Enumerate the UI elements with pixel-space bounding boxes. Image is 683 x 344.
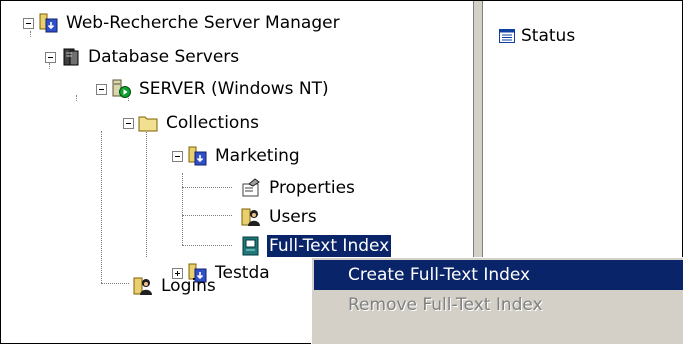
tree-connector bbox=[182, 245, 232, 246]
tree-connector bbox=[182, 173, 183, 245]
list-icon bbox=[499, 29, 515, 43]
tree-connector bbox=[101, 131, 102, 283]
status-item[interactable]: Status bbox=[499, 25, 575, 47]
tree-node-server[interactable]: SERVER (Windows NT) bbox=[96, 76, 331, 102]
full-text-index-icon bbox=[242, 236, 259, 256]
tree-node-database-servers[interactable]: Database Servers bbox=[45, 44, 241, 70]
tree-node-full-text-index[interactable]: Full-Text Index bbox=[241, 233, 392, 259]
tree-label[interactable]: Web-Recherche Server Manager bbox=[64, 12, 342, 34]
menu-item-create-full-text-index[interactable]: Create Full-Text Index bbox=[314, 260, 683, 290]
users-icon bbox=[241, 208, 260, 226]
tree-label[interactable]: Full-Text Index bbox=[267, 235, 392, 257]
tree-label[interactable]: Testda bbox=[213, 262, 272, 284]
tree-label[interactable]: Users bbox=[267, 206, 319, 228]
tree-connector bbox=[76, 95, 77, 101]
server-manager-icon bbox=[39, 13, 58, 33]
tree-label[interactable]: Logins bbox=[159, 275, 218, 297]
tree-connector bbox=[101, 283, 129, 284]
tree-connector bbox=[182, 215, 232, 216]
collapse-toggle[interactable] bbox=[45, 51, 56, 63]
server-running-icon bbox=[112, 79, 131, 98]
collapse-toggle[interactable] bbox=[96, 83, 107, 95]
database-servers-icon bbox=[63, 48, 79, 66]
context-menu: Create Full-Text Index Remove Full-Text … bbox=[311, 257, 683, 344]
tree-connector bbox=[146, 127, 147, 257]
tree-node-collections[interactable]: Collections bbox=[123, 110, 261, 136]
tree-label[interactable]: Marketing bbox=[213, 145, 302, 167]
properties-icon bbox=[242, 178, 260, 197]
collapse-toggle[interactable] bbox=[123, 117, 134, 129]
status-label: Status bbox=[521, 26, 576, 46]
tree-node-properties[interactable]: Properties bbox=[241, 175, 357, 201]
collection-icon bbox=[188, 146, 207, 166]
collapse-toggle[interactable] bbox=[172, 150, 183, 162]
folder-icon bbox=[138, 116, 158, 132]
menu-item-remove-full-text-index[interactable]: Remove Full-Text Index bbox=[314, 290, 683, 320]
tree-label[interactable]: SERVER (Windows NT) bbox=[137, 78, 331, 100]
tree-connector bbox=[182, 187, 232, 188]
collapse-toggle[interactable] bbox=[23, 17, 34, 29]
tree-node-users[interactable]: Users bbox=[241, 204, 319, 230]
tree-node-marketing[interactable]: Marketing bbox=[172, 143, 302, 169]
tree-label[interactable]: Properties bbox=[267, 177, 357, 199]
tree-label[interactable]: Database Servers bbox=[86, 46, 241, 68]
logins-icon bbox=[133, 277, 152, 295]
tree-node-logins[interactable]: Logins bbox=[133, 273, 218, 299]
tree-node-root[interactable]: Web-Recherche Server Manager bbox=[23, 10, 342, 36]
tree-label[interactable]: Collections bbox=[164, 112, 261, 134]
